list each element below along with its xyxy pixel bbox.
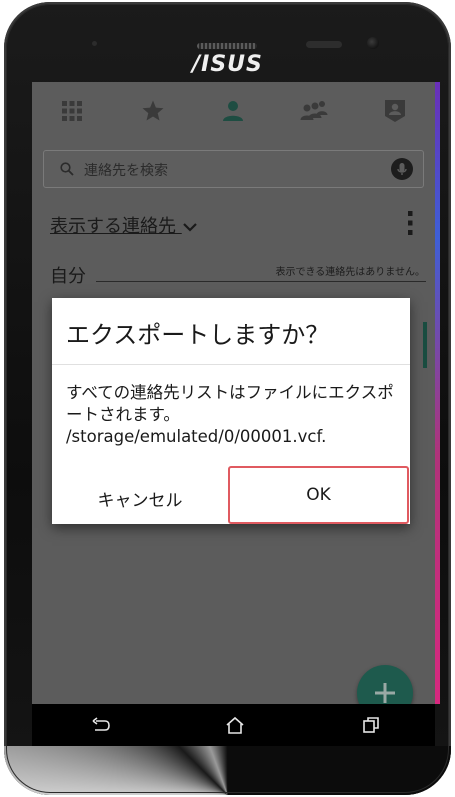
tab-groups[interactable] — [294, 91, 334, 131]
more-vert-icon — [408, 211, 413, 235]
back-button[interactable] — [88, 712, 114, 738]
phone-frame: /ISUS 連絡先を検索 表示する連絡先 自分 表示できる連絡先はありません。 … — [4, 2, 451, 795]
phone-chin-pattern — [4, 746, 451, 795]
recents-button[interactable] — [358, 712, 384, 738]
tab-bar — [32, 82, 435, 140]
microphone-icon — [397, 163, 407, 175]
front-camera — [367, 37, 379, 49]
overflow-menu-button[interactable] — [407, 210, 413, 236]
tab-profile[interactable] — [375, 91, 415, 131]
search-bar[interactable]: 連絡先を検索 — [43, 150, 424, 188]
scroll-indicator — [423, 322, 427, 368]
back-icon — [92, 717, 110, 731]
ok-button[interactable]: OK — [228, 466, 409, 524]
tab-favorites[interactable] — [133, 91, 173, 131]
person-icon — [223, 101, 244, 121]
proximity-sensor — [92, 41, 97, 46]
recents-icon — [363, 717, 379, 733]
dialog-message: すべての連絡先リストはファイルにエクスポートされます。 /storage/emu… — [66, 383, 394, 446]
filter-label: 表示する連絡先 — [50, 216, 176, 237]
search-icon — [60, 162, 74, 176]
plus-icon — [375, 683, 395, 703]
earpiece-speaker — [197, 43, 257, 49]
tab-dialpad[interactable] — [52, 91, 92, 131]
self-section-label: 自分 — [50, 266, 86, 287]
voice-search-button[interactable] — [391, 158, 413, 180]
group-icon — [300, 101, 328, 120]
add-contact-button[interactable] — [357, 665, 413, 704]
dialog-title-divider — [52, 364, 410, 365]
system-nav-bar — [32, 704, 435, 746]
self-divider — [96, 281, 426, 282]
tab-contacts[interactable] — [213, 91, 253, 131]
brand-logo: /ISUS — [192, 52, 263, 77]
search-input[interactable]: 連絡先を検索 — [84, 160, 168, 180]
chevron-down-icon — [182, 223, 197, 232]
home-button[interactable] — [222, 712, 248, 738]
dialog-title: エクスポートしますか？ — [66, 321, 330, 349]
cancel-button[interactable]: キャンセル — [52, 472, 228, 524]
star-icon — [142, 100, 164, 121]
home-icon — [226, 716, 244, 734]
sensor-bar — [306, 41, 342, 48]
badge-icon — [384, 100, 405, 122]
grid-icon — [62, 101, 83, 121]
empty-contacts-note: 表示できる連絡先はありません。 — [275, 267, 426, 278]
screen-edge — [435, 82, 440, 704]
contacts-filter-dropdown[interactable]: 表示する連絡先 — [50, 212, 198, 238]
export-dialog: エクスポートしますか？ すべての連絡先リストはファイルにエクスポートされます。 … — [52, 298, 410, 524]
